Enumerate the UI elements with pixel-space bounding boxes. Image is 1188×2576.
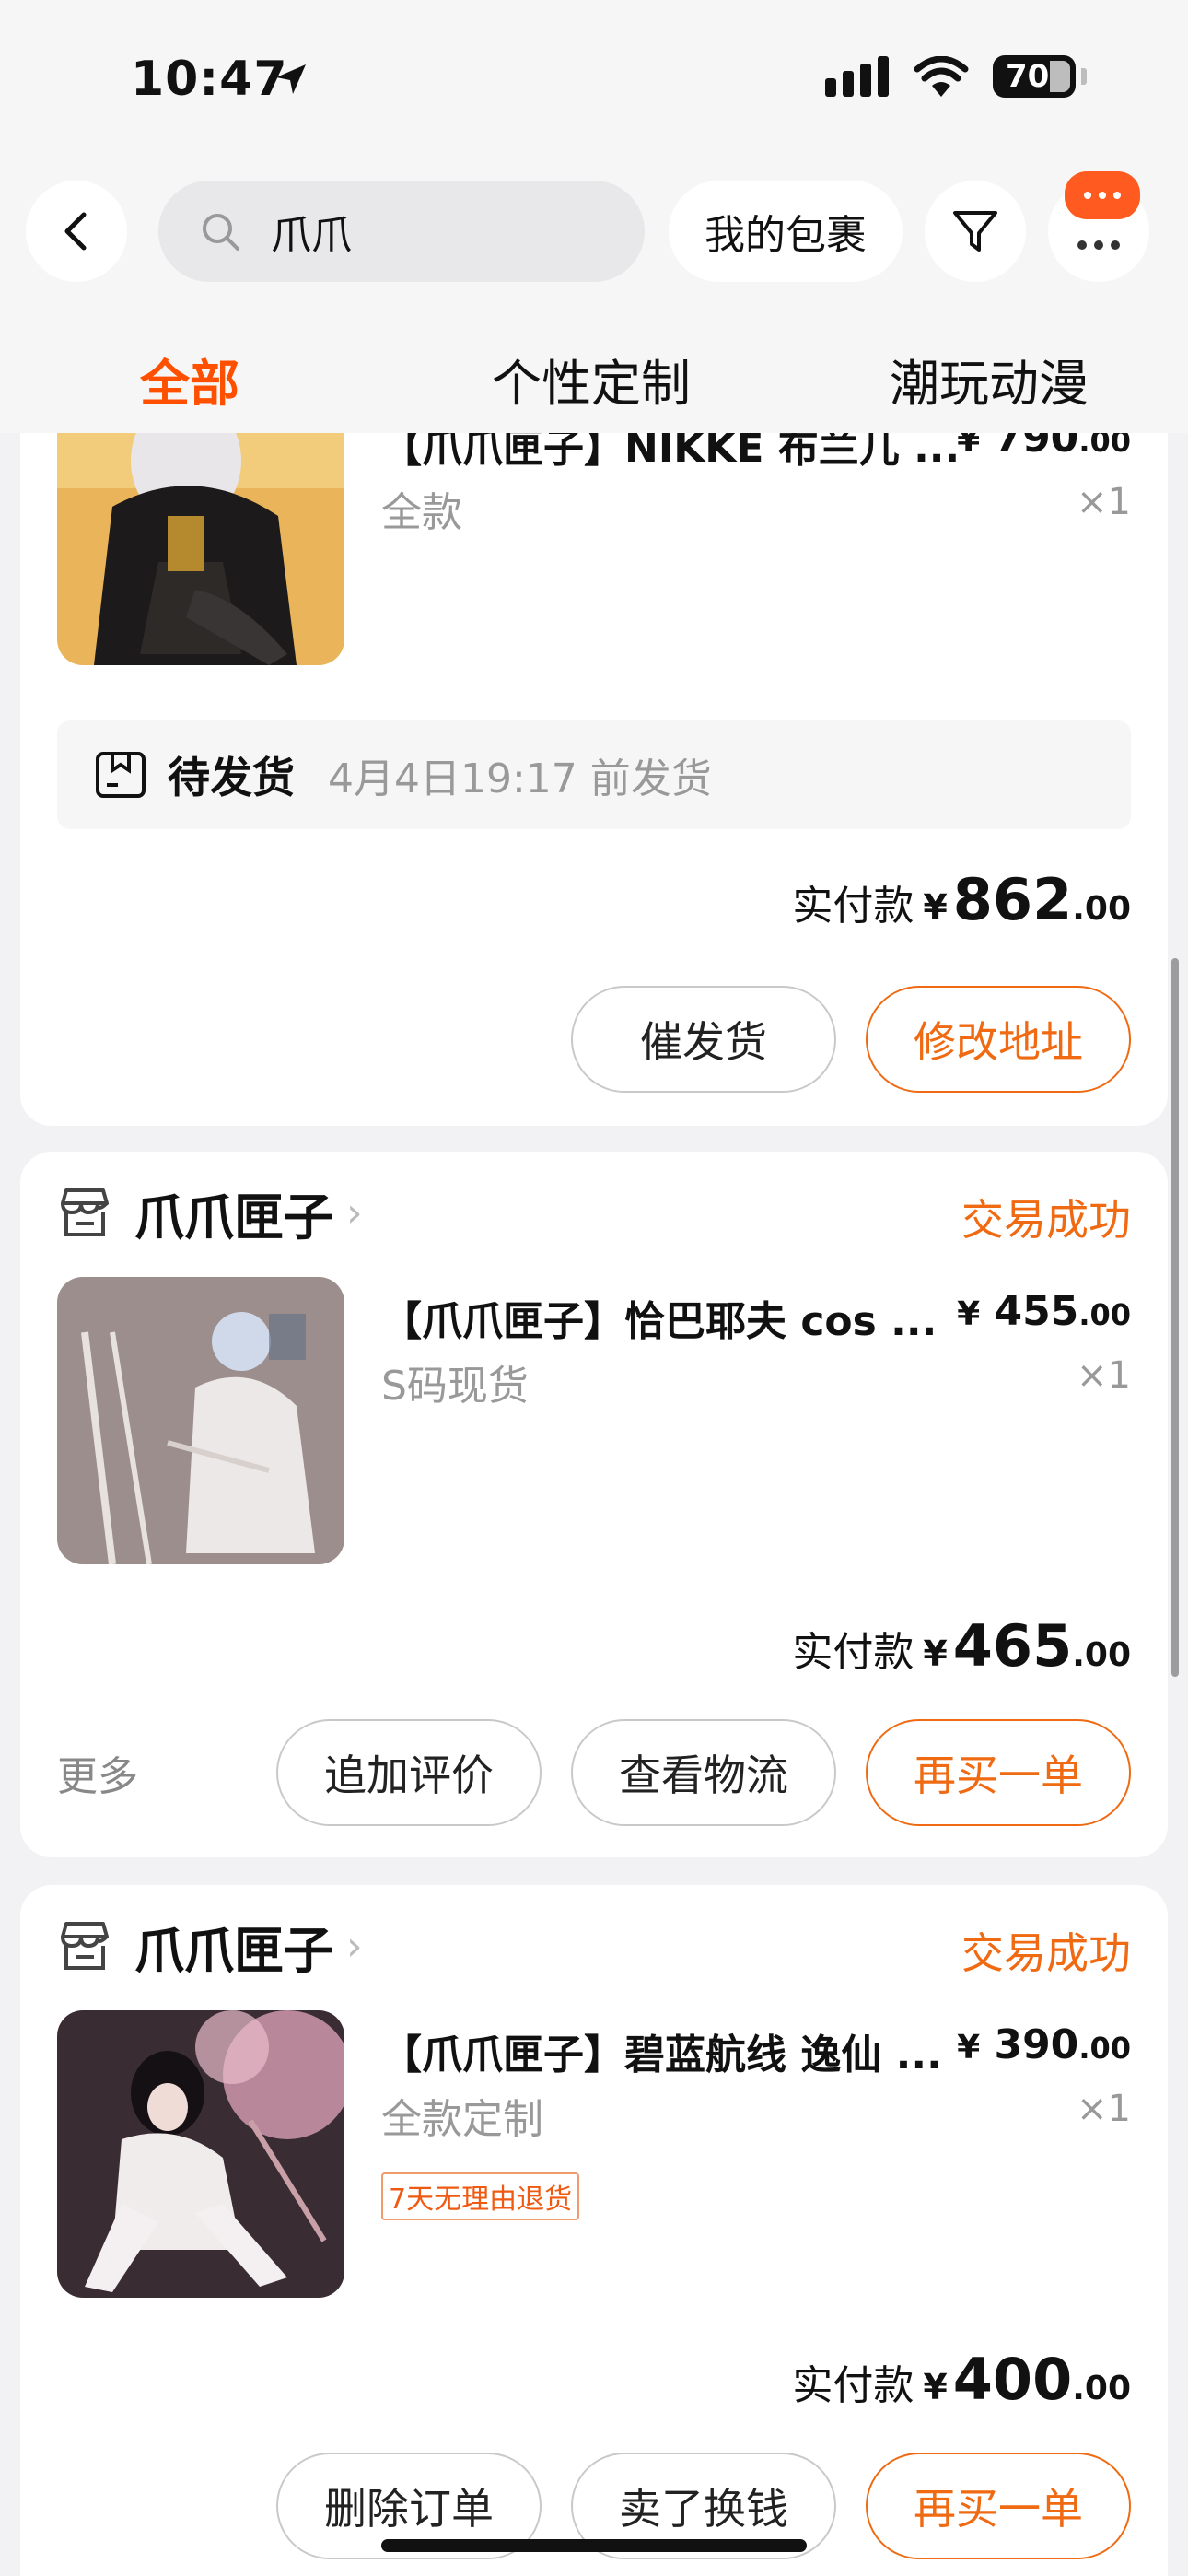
chevron-left-icon [64,212,87,251]
status-indicators: 70 [825,55,1087,98]
message-badge-icon[interactable] [1065,171,1140,219]
tab-all[interactable]: 全部 [140,343,239,416]
buy-again-button[interactable]: 再买一单 [866,2453,1131,2559]
order-status: 交易成功 [961,1928,1131,1978]
shop-icon [61,1188,109,1236]
back-button[interactable] [26,181,127,282]
add-review-button[interactable]: 追加评价 [276,1719,542,1826]
shop-header[interactable]: 爪爪匣子 › [57,1909,363,1983]
product-image-chapayev [57,1277,344,1564]
scrollbar[interactable] [1171,958,1179,1677]
top-header: 10:47 70 爪爪 我的包裹 全部 个性定制 潮玩动漫 [0,0,1188,433]
shipping-status: 待发货 [168,753,295,802]
view-logistics-button[interactable]: 查看物流 [571,1719,836,1826]
my-parcels-button[interactable]: 我的包裹 [669,181,903,282]
shop-icon [61,1922,109,1970]
order-tabs: 全部 个性定制 潮玩动漫 [0,332,1188,433]
tab-anime[interactable]: 潮玩动漫 [890,343,1089,416]
paid-amount: 实付款 ¥ 862 .00 [792,866,1131,933]
search-input[interactable]: 爪爪 [158,181,645,282]
buy-again-button[interactable]: 再买一单 [866,1719,1131,1826]
product-thumbnail[interactable] [57,1277,344,1564]
shop-header[interactable]: 爪爪匣子 › [57,1176,363,1249]
order-list-page: 【爪爪匣子】NIKKE 布兰儿 ... ¥ 790.00 全款 ×1 待发货 4… [0,0,1188,2576]
order-card-2[interactable]: 爪爪匣子 › 交易成功 【爪爪匣子】恰巴耶夫 cos ... ¥ 455.00 … [20,1152,1168,1857]
shop-name: 爪爪匣子 [134,1188,333,1247]
product-image-yixian [57,2010,344,2298]
shipping-status-box[interactable]: 待发货 4月4日19:17 前发货 [57,720,1131,829]
product-title[interactable]: 【爪爪匣子】恰巴耶夫 cos ... [381,1288,971,1347]
product-quantity: ×1 [1077,2088,1131,2130]
chevron-right-icon: › [346,1188,363,1236]
more-actions-link[interactable]: 更多 [57,1743,138,1802]
urge-shipping-button[interactable]: 催发货 [571,986,836,1093]
order-status: 交易成功 [961,1195,1131,1245]
order-card-3[interactable]: 爪爪匣子 › 交易成功 【爪爪匣子】碧蓝航线 逸仙 ... ¥ 390.00 全… [20,1885,1168,2576]
wifi-icon [914,56,969,97]
package-box-icon [96,752,146,798]
product-thumbnail[interactable] [57,2010,344,2298]
search-query: 爪爪 [271,212,352,259]
home-indicator[interactable] [381,2539,807,2552]
change-address-button[interactable]: 修改地址 [866,986,1131,1093]
product-spec: 全款定制 [381,2096,543,2143]
search-icon [203,214,239,251]
product-spec: 全款 [381,489,462,536]
shipping-deadline: 4月4日19:17 前发货 [328,755,712,802]
product-spec: S码现货 [381,1363,529,1410]
filter-funnel-icon [953,211,997,252]
product-quantity: ×1 [1077,1354,1131,1397]
product-title[interactable]: 【爪爪匣子】碧蓝航线 逸仙 ... [381,2021,971,2080]
more-dots-icon [1077,240,1120,250]
filter-button[interactable] [925,181,1026,282]
signal-icon [825,56,889,97]
paid-amount: 实付款 ¥ 400 .00 [792,2346,1131,2413]
product-price: ¥ 455.00 [957,1288,1131,1335]
return-policy-tag: 7天无理由退货 [381,2172,580,2220]
shop-name: 爪爪匣子 [134,1921,333,1980]
tab-custom[interactable]: 个性定制 [492,343,691,416]
battery-icon: 70 [993,55,1076,98]
product-price: ¥ 390.00 [957,2021,1131,2068]
paid-amount: 实付款 ¥ 465 .00 [792,1612,1131,1680]
status-time: 10:47 [131,52,288,107]
chevron-right-icon: › [346,1922,363,1970]
product-quantity: ×1 [1077,481,1131,523]
location-arrow-icon [276,64,306,94]
order-card-1[interactable]: 【爪爪匣子】NIKKE 布兰儿 ... ¥ 790.00 全款 ×1 待发货 4… [20,350,1168,1126]
